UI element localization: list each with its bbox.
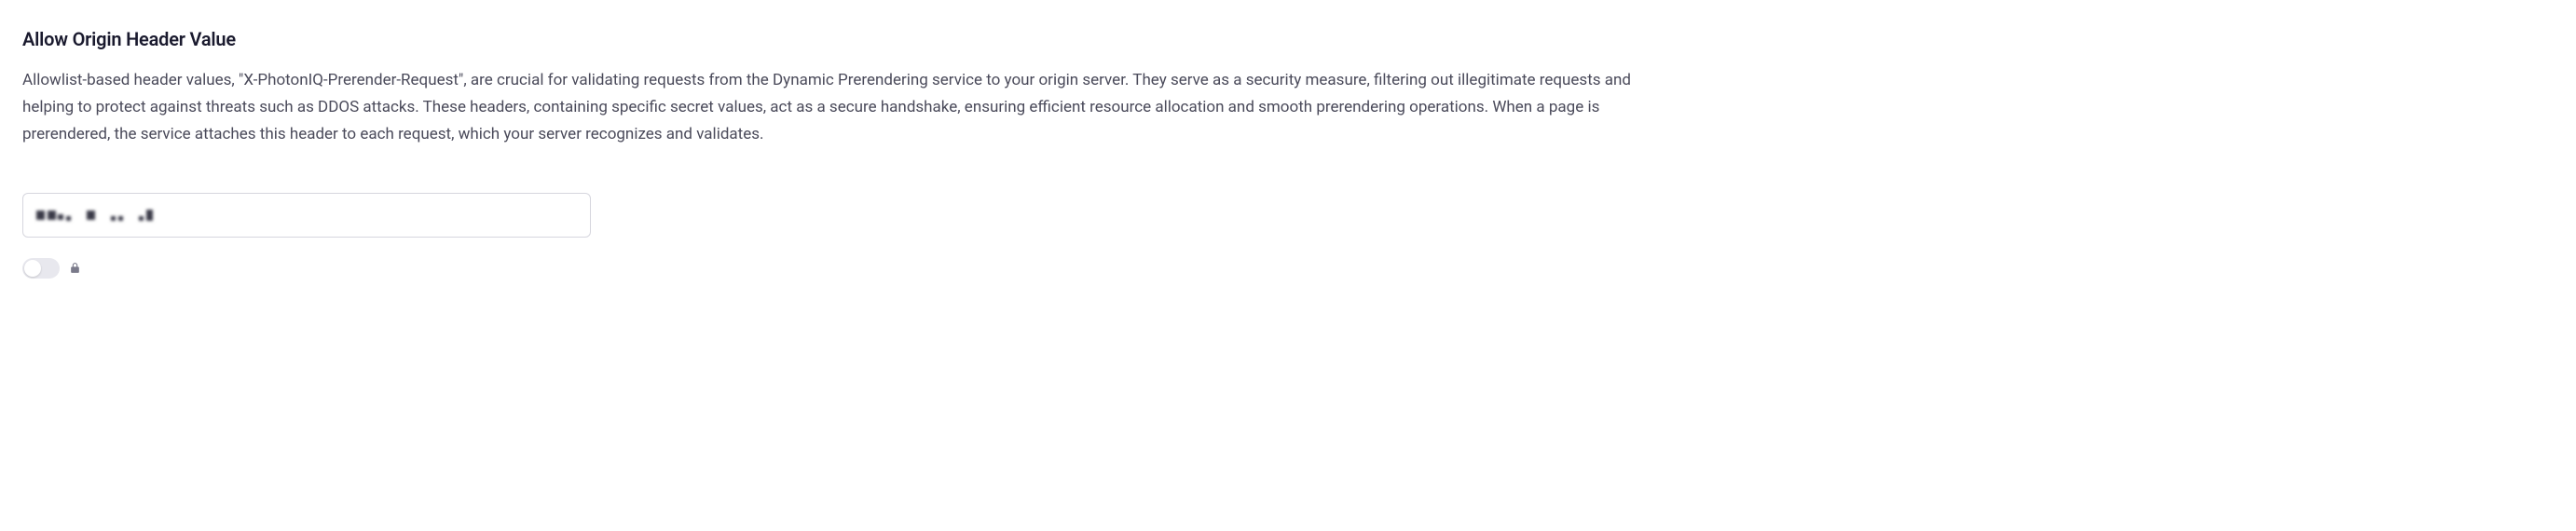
section-title: Allow Origin Header Value: [22, 28, 2554, 50]
obscured-header-value: [36, 210, 156, 221]
toggle-knob: [24, 260, 41, 277]
origin-header-value-input[interactable]: [22, 193, 591, 238]
section-description: Allowlist-based header values, "X-Photon…: [22, 67, 1663, 148]
toggle-row: [22, 258, 2554, 279]
lock-icon: [69, 262, 81, 274]
origin-header-toggle[interactable]: [22, 258, 60, 279]
